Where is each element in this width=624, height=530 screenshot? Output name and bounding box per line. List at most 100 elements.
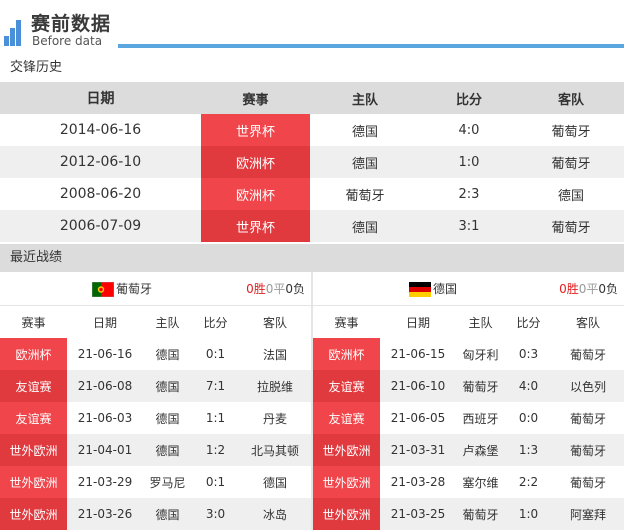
home-team: 德国 <box>155 379 180 394</box>
col-home: 主队 <box>468 315 493 330</box>
event-tag: 欧洲杯 <box>201 146 310 178</box>
col-away: 客队 <box>557 92 584 108</box>
home-team: 匈牙利 <box>462 347 499 362</box>
portugal-flag-icon <box>92 282 114 297</box>
event-tag: 世外欧洲 <box>313 466 380 498</box>
event-tag: 友谊赛 <box>0 370 67 402</box>
home-team: 德国 <box>351 156 378 172</box>
match-score: 4:0 <box>518 379 539 393</box>
event-tag: 欧洲杯 <box>0 338 67 370</box>
home-team: 葡萄牙 <box>462 507 499 522</box>
event-tag: 欧洲杯 <box>201 178 310 210</box>
away-team: 葡萄牙 <box>551 156 591 172</box>
event-tag: 欧洲杯 <box>313 338 380 370</box>
away-team: 德国 <box>262 475 287 490</box>
recent-row[interactable]: 友谊赛 21-06-03 德国 1:1 丹麦 <box>0 402 311 434</box>
team-bar: 德国 0胜0平0负 <box>313 272 624 306</box>
away-team: 葡萄牙 <box>569 347 606 362</box>
page-title: 赛前数据 <box>31 13 112 35</box>
match-date: 21-03-29 <box>77 475 133 489</box>
recent-row[interactable]: 友谊赛 21-06-08 德国 7:1 拉脱维 <box>0 370 311 402</box>
away-team: 阿塞拜 <box>569 507 606 522</box>
match-date: 21-06-16 <box>77 347 133 361</box>
team-record: 0胜0平0负 <box>559 281 618 297</box>
recent-table-header: 赛事 日期 主队 比分 客队 <box>0 306 311 338</box>
draws: 0平 <box>578 282 599 296</box>
page-subtitle: Before data <box>32 34 103 48</box>
match-score: 2:2 <box>518 475 539 489</box>
match-score: 3:1 <box>458 218 480 234</box>
home-team: 德国 <box>155 507 180 522</box>
match-score: 7:1 <box>205 379 226 393</box>
col-event: 赛事 <box>21 315 46 330</box>
match-score: 1:2 <box>205 443 226 457</box>
history-row[interactable]: 2006-07-09 世界杯 德国 3:1 葡萄牙 <box>0 210 624 242</box>
match-date: 2006-07-09 <box>59 218 142 234</box>
history-row[interactable]: 2008-06-20 欧洲杯 葡萄牙 2:3 德国 <box>0 178 624 210</box>
germany-flag-icon <box>409 282 431 297</box>
match-date: 21-06-08 <box>77 379 133 393</box>
away-team: 以色列 <box>569 379 606 394</box>
recent-row[interactable]: 世外欧洲 21-03-28 塞尔维 2:2 葡萄牙 <box>313 466 624 498</box>
col-date: 日期 <box>86 91 115 107</box>
match-score: 1:0 <box>458 154 480 170</box>
event-tag: 友谊赛 <box>313 370 380 402</box>
recent-row[interactable]: 世外欧洲 21-03-29 罗马尼 0:1 德国 <box>0 466 311 498</box>
match-date: 2012-06-10 <box>59 154 142 170</box>
event-tag: 世外欧洲 <box>313 498 380 530</box>
recent-row[interactable]: 欧洲杯 21-06-16 德国 0:1 法国 <box>0 338 311 370</box>
col-event: 赛事 <box>334 315 359 330</box>
away-team: 葡萄牙 <box>569 475 606 490</box>
losses: 0负 <box>285 282 305 296</box>
home-team: 葡萄牙 <box>345 188 385 204</box>
match-score: 4:0 <box>458 122 480 138</box>
history-table: 日期 赛事 主队 比分 客队 2014-06-16 世界杯 德国 4:0 葡萄牙… <box>0 82 624 242</box>
recent-row[interactable]: 友谊赛 21-06-05 西班牙 0:0 葡萄牙 <box>313 402 624 434</box>
history-row[interactable]: 2012-06-10 欧洲杯 德国 1:0 葡萄牙 <box>0 146 624 178</box>
recent-row[interactable]: 欧洲杯 21-06-15 匈牙利 0:3 葡萄牙 <box>313 338 624 370</box>
match-date: 21-06-03 <box>77 411 133 425</box>
event-tag: 世外欧洲 <box>0 434 67 466</box>
recent-row[interactable]: 世外欧洲 21-03-25 葡萄牙 1:0 阿塞拜 <box>313 498 624 530</box>
wins: 0胜 <box>246 282 266 296</box>
recent-row[interactable]: 世外欧洲 21-03-31 卢森堡 1:3 葡萄牙 <box>313 434 624 466</box>
home-team: 西班牙 <box>462 411 499 426</box>
match-score: 2:3 <box>458 186 480 202</box>
away-team: 法国 <box>262 347 287 362</box>
home-team: 卢森堡 <box>462 443 499 458</box>
team-record: 0胜0平0负 <box>246 281 305 297</box>
match-date: 21-03-25 <box>390 507 446 521</box>
wins: 0胜 <box>559 282 579 296</box>
col-home: 主队 <box>351 92 378 108</box>
match-date: 2014-06-16 <box>59 122 142 138</box>
home-team: 塞尔维 <box>462 475 499 490</box>
history-row[interactable]: 2014-06-16 世界杯 德国 4:0 葡萄牙 <box>0 114 624 146</box>
event-tag: 世界杯 <box>201 210 310 242</box>
bar-chart-icon <box>4 16 28 46</box>
team-name: 德国 <box>433 282 458 296</box>
match-score: 1:0 <box>518 507 539 521</box>
event-tag: 友谊赛 <box>313 402 380 434</box>
recent-row[interactable]: 友谊赛 21-06-10 葡萄牙 4:0 以色列 <box>313 370 624 402</box>
recent-row[interactable]: 世外欧洲 21-04-01 德国 1:2 北马其顿 <box>0 434 311 466</box>
page-header: 赛前数据 Before data <box>0 0 624 52</box>
recent-panel-portugal: 葡萄牙 0胜0平0负 赛事 日期 主队 比分 客队 欧洲杯 21-06-16 德… <box>0 272 311 530</box>
away-team: 葡萄牙 <box>551 220 591 236</box>
header-divider <box>118 44 624 48</box>
recent-row[interactable]: 世外欧洲 21-03-26 德国 3:0 冰岛 <box>0 498 311 530</box>
match-score: 0:3 <box>518 347 539 361</box>
col-away: 客队 <box>575 315 600 330</box>
event-tag: 世外欧洲 <box>0 466 67 498</box>
col-score: 比分 <box>455 92 482 108</box>
col-score: 比分 <box>203 315 228 330</box>
history-section-title: 交锋历史 <box>10 60 63 75</box>
match-score: 0:0 <box>518 411 539 425</box>
match-date: 21-06-10 <box>390 379 446 393</box>
event-tag: 友谊赛 <box>0 402 67 434</box>
match-date: 21-06-15 <box>390 347 446 361</box>
recent-panel-germany: 德国 0胜0平0负 赛事 日期 主队 比分 客队 欧洲杯 21-06-15 匈牙… <box>313 272 624 530</box>
home-team: 德国 <box>155 347 180 362</box>
match-date: 21-03-28 <box>390 475 446 489</box>
history-table-header: 日期 赛事 主队 比分 客队 <box>0 82 624 114</box>
home-team: 葡萄牙 <box>462 379 499 394</box>
